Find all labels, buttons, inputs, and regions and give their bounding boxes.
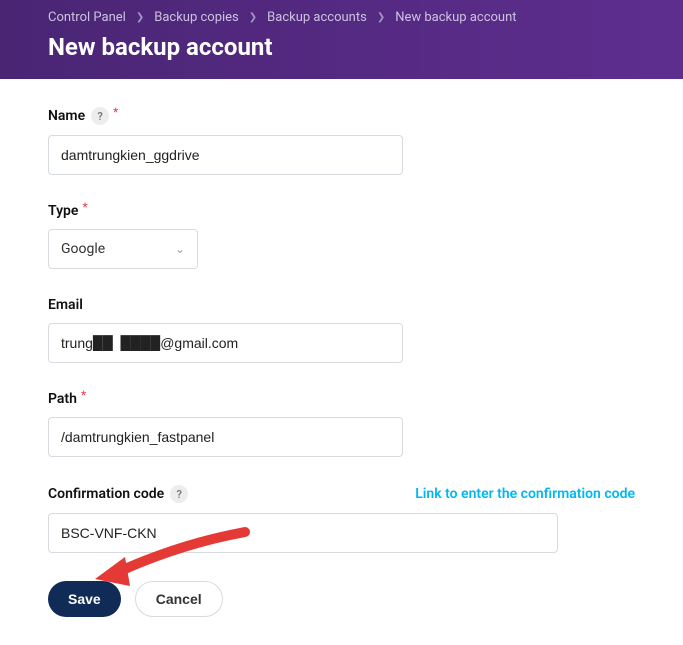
form-group-type: Type * Google ⌄ [48,203,635,269]
form-group-path: Path * [48,391,635,457]
path-input[interactable] [48,417,403,457]
required-indicator: * [113,105,118,119]
confirmation-label: Confirmation code [48,486,164,502]
required-indicator: * [82,200,87,214]
breadcrumb-new-backup-account[interactable]: New backup account [395,10,516,25]
type-select[interactable]: Google ⌄ [48,229,198,269]
breadcrumb-control-panel[interactable]: Control Panel [48,10,126,25]
breadcrumb-backup-copies[interactable]: Backup copies [154,10,239,25]
type-select-value: Google [61,241,105,257]
page-header: Control Panel ❯ Backup copies ❯ Backup a… [0,0,683,79]
chevron-down-icon: ⌄ [175,242,185,256]
required-indicator: * [81,388,86,402]
help-icon[interactable]: ? [91,107,109,125]
form-group-name: Name ? * [48,107,635,175]
form-group-email: Email [48,297,635,363]
chevron-right-icon: ❯ [377,12,385,23]
path-label: Path [48,391,77,407]
save-button[interactable]: Save [48,581,121,617]
email-label: Email [48,297,83,313]
name-input[interactable] [48,135,403,175]
help-icon[interactable]: ? [170,485,188,503]
chevron-right-icon: ❯ [249,12,257,23]
form-group-confirmation: Confirmation code ? Link to enter the co… [48,485,635,553]
email-input[interactable] [48,323,403,363]
page-title: New backup account [48,33,663,61]
cancel-button[interactable]: Cancel [135,581,223,617]
breadcrumb: Control Panel ❯ Backup copies ❯ Backup a… [48,10,663,25]
name-label: Name [48,108,85,124]
chevron-right-icon: ❯ [136,12,144,23]
form-container: Name ? * Type * Google ⌄ Email Path * [0,79,683,645]
type-label: Type [48,203,78,219]
confirmation-link[interactable]: Link to enter the confirmation code [415,486,635,502]
breadcrumb-backup-accounts[interactable]: Backup accounts [267,10,367,25]
confirmation-input[interactable] [48,513,558,553]
button-row: Save Cancel [48,581,635,617]
